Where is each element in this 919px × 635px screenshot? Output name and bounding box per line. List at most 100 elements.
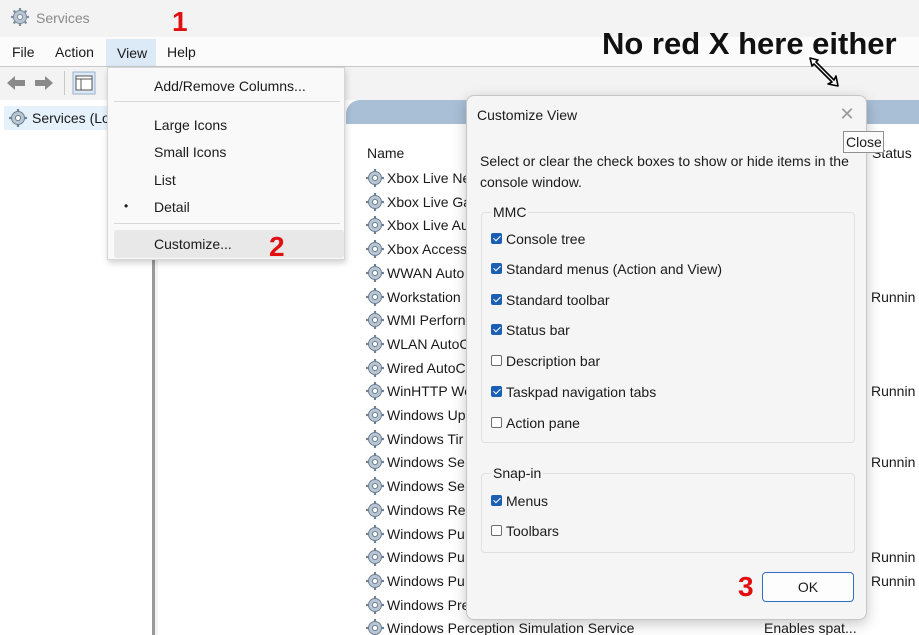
show-hide-console-tree-icon[interactable] bbox=[72, 71, 96, 95]
service-gear-icon bbox=[366, 596, 384, 614]
service-name: Windows Pre bbox=[387, 597, 470, 613]
service-status: Runnin bbox=[871, 383, 916, 399]
window-title: Services bbox=[36, 10, 90, 26]
service-gear-icon bbox=[366, 430, 384, 448]
service-gear-icon bbox=[366, 335, 384, 353]
menu-item-small-icons[interactable]: Small Icons bbox=[154, 144, 226, 160]
forward-arrow-icon[interactable] bbox=[32, 71, 56, 95]
service-description: Enables spat... bbox=[764, 620, 857, 635]
checkbox[interactable] bbox=[491, 294, 502, 305]
service-gear-icon bbox=[366, 477, 384, 495]
view-menu-dropdown: Add/Remove Columns... Large Icons Small … bbox=[107, 67, 345, 260]
menu-file[interactable]: File bbox=[12, 44, 35, 60]
menu-help[interactable]: Help bbox=[167, 44, 196, 60]
toolbar-separator bbox=[64, 71, 65, 95]
checkbox[interactable] bbox=[491, 355, 502, 366]
checkbox[interactable] bbox=[491, 495, 502, 506]
service-gear-icon bbox=[366, 311, 384, 329]
annotation-step-3: 3 bbox=[738, 571, 754, 602]
service-gear-icon bbox=[366, 453, 384, 471]
service-gear-icon bbox=[366, 501, 384, 519]
service-name: Workstation bbox=[387, 289, 461, 305]
back-arrow-icon[interactable] bbox=[4, 71, 28, 95]
service-name: Xbox Live Ga bbox=[387, 194, 472, 210]
annotation-caption: No red X here either bbox=[602, 26, 897, 61]
menu-view[interactable]: View bbox=[106, 39, 156, 66]
close-icon[interactable]: ✕ bbox=[837, 104, 857, 124]
service-name: Windows Perception Simulation Service bbox=[387, 620, 635, 635]
checkbox[interactable] bbox=[491, 324, 502, 335]
menu-separator bbox=[114, 101, 340, 102]
checkbox-label: Standard toolbar bbox=[506, 292, 610, 308]
service-gear-icon bbox=[366, 288, 384, 306]
dialog-title: Customize View bbox=[477, 107, 578, 123]
service-gear-icon bbox=[366, 193, 384, 211]
mmc-group: MMC Console tree Standard menus (Action a… bbox=[481, 204, 855, 443]
services-gear-icon bbox=[11, 8, 29, 26]
service-name: Windows Pu bbox=[387, 526, 465, 542]
service-gear-icon bbox=[366, 169, 384, 187]
service-name: WWAN Auto bbox=[387, 265, 465, 281]
service-gear-icon bbox=[366, 240, 384, 258]
service-status: Runnin bbox=[871, 289, 916, 305]
service-name: Windows Tir bbox=[387, 431, 464, 447]
service-name: Windows Pu bbox=[387, 549, 465, 565]
menu-item-customize-label: Customize... bbox=[154, 236, 232, 252]
checkbox-label: Taskpad navigation tabs bbox=[506, 384, 657, 400]
service-name: WLAN AutoC bbox=[387, 336, 470, 352]
menu-item-large-icons[interactable]: Large Icons bbox=[154, 117, 227, 133]
menu-item-customize[interactable]: Customize... bbox=[114, 230, 344, 258]
checkbox-label: Description bar bbox=[506, 353, 601, 369]
service-gear-icon bbox=[366, 216, 384, 234]
service-gear-icon bbox=[366, 525, 384, 543]
customize-view-dialog: Customize View ✕ Select or clear the che… bbox=[466, 95, 867, 620]
mmc-group-label: MMC bbox=[491, 204, 529, 220]
service-gear-icon bbox=[366, 264, 384, 282]
checkbox[interactable] bbox=[491, 525, 502, 536]
service-name: Windows Re bbox=[387, 502, 466, 518]
service-name: Windows Pu bbox=[387, 573, 465, 589]
service-name: Windows Se bbox=[387, 478, 465, 494]
checkbox[interactable] bbox=[491, 386, 502, 397]
menu-action[interactable]: Action bbox=[55, 44, 94, 60]
checkbox[interactable] bbox=[491, 233, 502, 244]
checkbox[interactable] bbox=[491, 417, 502, 428]
menu-item-detail[interactable]: Detail bbox=[154, 199, 190, 215]
selected-bullet-icon: • bbox=[124, 199, 129, 213]
service-gear-icon bbox=[366, 359, 384, 377]
snapin-group: Snap-in Menus Toolbars bbox=[481, 465, 855, 553]
services-gear-icon bbox=[9, 109, 27, 127]
service-name: Windows Se bbox=[387, 454, 465, 470]
menu-item-add-remove-columns[interactable]: Add/Remove Columns... bbox=[154, 78, 306, 94]
service-gear-icon bbox=[366, 406, 384, 424]
annotation-step-1: 1 bbox=[172, 6, 188, 37]
checkbox-label: Standard menus (Action and View) bbox=[506, 261, 723, 277]
annotation-step-2: 2 bbox=[269, 231, 285, 262]
service-status: Runnin bbox=[871, 573, 916, 589]
service-name: Wired AutoC bbox=[387, 360, 466, 376]
service-row[interactable]: Windows Perception Simulation Service Ena… bbox=[363, 618, 919, 635]
mouse-pointer-icon bbox=[809, 57, 839, 87]
service-gear-icon bbox=[366, 572, 384, 590]
service-gear-icon bbox=[366, 382, 384, 400]
service-name: Xbox Access bbox=[387, 241, 468, 257]
service-status: Runnin bbox=[871, 549, 916, 565]
service-name: WinHTTP We bbox=[387, 383, 473, 399]
menu-item-list[interactable]: List bbox=[154, 172, 176, 188]
close-tooltip: Close bbox=[843, 131, 884, 153]
dialog-description: Select or clear the check boxes to show … bbox=[480, 153, 849, 190]
service-name: Xbox Live Ne bbox=[387, 170, 471, 186]
checkbox-label: Menus bbox=[506, 493, 549, 509]
checkbox-label: Action pane bbox=[506, 415, 580, 431]
column-header-name[interactable]: Name bbox=[367, 145, 404, 161]
ok-button[interactable]: OK bbox=[762, 572, 854, 602]
checkbox-label: Toolbars bbox=[506, 523, 559, 539]
service-name: WMI Perforn bbox=[387, 312, 466, 328]
checkbox[interactable] bbox=[491, 263, 502, 274]
service-name: Windows Up bbox=[387, 407, 466, 423]
service-name: Xbox Live Au bbox=[387, 217, 469, 233]
menu-separator bbox=[114, 223, 340, 224]
checkbox-label: Status bar bbox=[506, 322, 570, 338]
tree-item-label: Services (Lo bbox=[32, 110, 110, 126]
checkbox-label: Console tree bbox=[506, 231, 586, 247]
